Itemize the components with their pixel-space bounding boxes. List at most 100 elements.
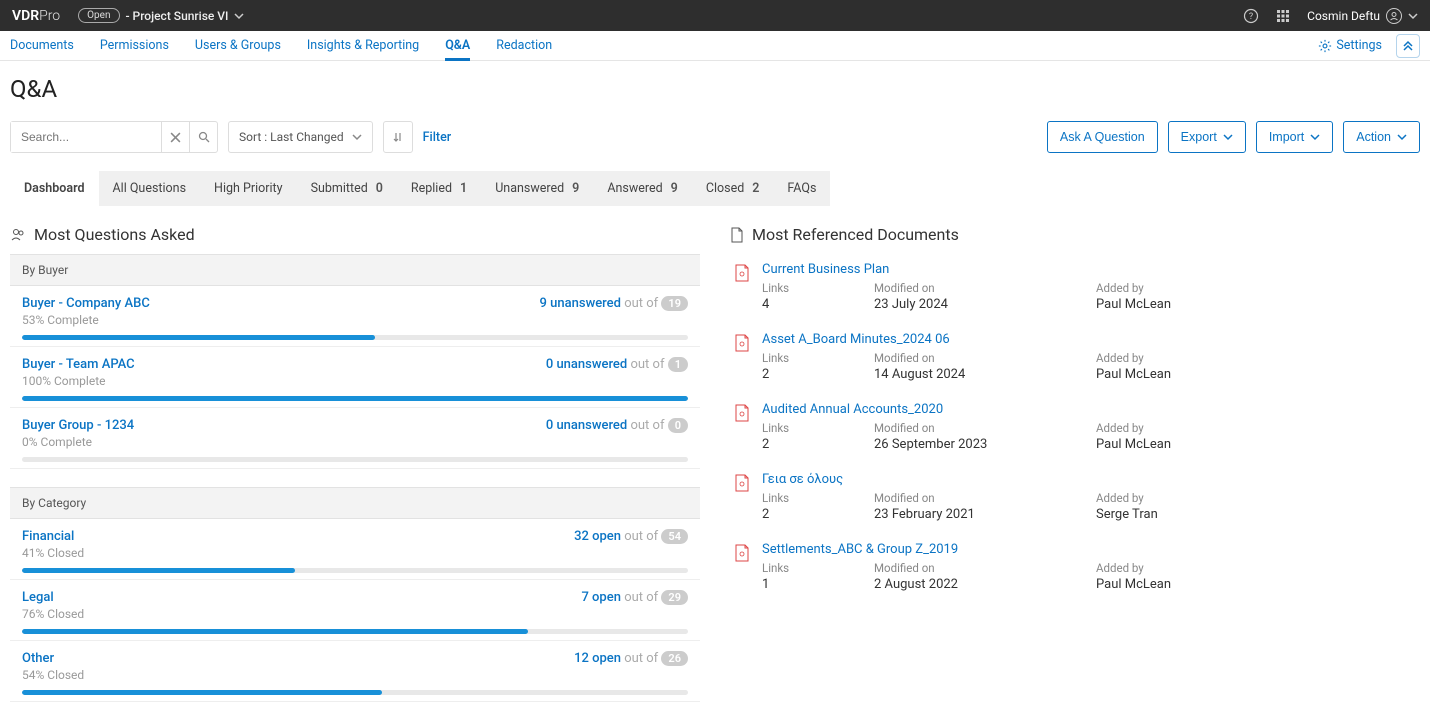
doc-row: Γεια σε όλους Links2 Modified on23 Febru… xyxy=(730,464,1420,534)
search-icon xyxy=(198,131,210,143)
doc-name[interactable]: Asset A_Board Minutes_2024 06 xyxy=(762,332,1416,347)
search-input[interactable] xyxy=(11,122,161,152)
subtab-high-priority[interactable]: High Priority xyxy=(200,171,297,206)
question-group-row: Other 54% Closed 12 open out of 26 xyxy=(10,641,700,702)
project-selector[interactable]: Open - Project Sunrise VI xyxy=(78,8,244,23)
toolbar: Sort : Last Changed Filter Ask A Questio… xyxy=(10,121,1420,153)
search-button[interactable] xyxy=(189,122,217,152)
nav-link-documents[interactable]: Documents xyxy=(10,31,74,60)
doc-name[interactable]: Current Business Plan xyxy=(762,262,1416,277)
subtab-closed[interactable]: Closed2 xyxy=(692,171,774,206)
nav-link-permissions[interactable]: Permissions xyxy=(100,31,169,60)
subtab-dashboard[interactable]: Dashboard xyxy=(10,171,99,206)
pdf-icon xyxy=(734,404,752,452)
chevron-down-icon xyxy=(1223,132,1233,142)
group-stat: 0 unanswered out of 1 xyxy=(546,357,688,372)
group-sub: 54% Closed xyxy=(22,668,84,682)
group-name[interactable]: Other xyxy=(22,651,84,666)
sort-select[interactable]: Sort : Last Changed xyxy=(228,121,373,153)
nav-link-insights-reporting[interactable]: Insights & Reporting xyxy=(307,31,419,60)
sort-direction-button[interactable] xyxy=(383,121,413,153)
topbar: VDRPro Open - Project Sunrise VI ? Cosmi… xyxy=(0,0,1430,31)
user-menu[interactable]: Cosmin Deftu xyxy=(1307,8,1418,24)
doc-row: Current Business Plan Links4 Modified on… xyxy=(730,254,1420,324)
group-stat: 12 open out of 26 xyxy=(574,651,688,666)
pdf-icon xyxy=(734,264,752,312)
progress-bar xyxy=(22,396,688,401)
progress-bar xyxy=(22,629,688,634)
group-name[interactable]: Legal xyxy=(22,590,84,605)
chevron-down-icon xyxy=(352,132,362,142)
nav-link-users-groups[interactable]: Users & Groups xyxy=(195,31,281,60)
by-buyer-label: By Buyer xyxy=(10,254,700,286)
topbar-right: ? Cosmin Deftu xyxy=(1243,8,1418,24)
question-group-row: Legal 76% Closed 7 open out of 29 xyxy=(10,580,700,641)
svg-text:?: ? xyxy=(1249,12,1253,22)
subtab-unanswered[interactable]: Unanswered9 xyxy=(481,171,593,206)
user-name: Cosmin Deftu xyxy=(1307,9,1380,23)
apps-grid-icon[interactable] xyxy=(1275,8,1291,24)
gear-icon xyxy=(1318,39,1332,53)
progress-bar xyxy=(22,457,688,462)
chevron-down-icon xyxy=(234,11,244,21)
subtab-all-questions[interactable]: All Questions xyxy=(99,171,201,206)
doc-name[interactable]: Audited Annual Accounts_2020 xyxy=(762,402,1416,417)
group-stat: 0 unanswered out of 0 xyxy=(546,418,688,433)
group-stat: 7 open out of 29 xyxy=(581,590,688,605)
export-button[interactable]: Export xyxy=(1168,121,1246,153)
avatar-icon xyxy=(1386,8,1402,24)
group-name[interactable]: Buyer - Company ABC xyxy=(22,296,150,311)
project-name: - Project Sunrise VI xyxy=(126,9,229,23)
group-sub: 0% Complete xyxy=(22,435,134,449)
group-stat: 9 unanswered out of 19 xyxy=(540,296,688,311)
subtab-submitted[interactable]: Submitted0 xyxy=(297,171,397,206)
pdf-icon xyxy=(734,544,752,592)
users-icon xyxy=(10,227,26,243)
page-title: Q&A xyxy=(10,75,1420,103)
most-docs-header: Most Referenced Documents xyxy=(730,225,1420,244)
chevron-down-icon xyxy=(1397,132,1407,142)
group-sub: 41% Closed xyxy=(22,546,84,560)
progress-bar xyxy=(22,690,688,695)
group-sub: 100% Complete xyxy=(22,374,135,388)
search-wrap xyxy=(10,121,218,153)
doc-row: Asset A_Board Minutes_2024 06 Links2 Mod… xyxy=(730,324,1420,394)
group-name[interactable]: Financial xyxy=(22,529,84,544)
question-group-row: Buyer Group - 1234 0% Complete 0 unanswe… xyxy=(10,408,700,469)
clear-search-button[interactable] xyxy=(161,122,189,152)
nav-link-q-a[interactable]: Q&A xyxy=(445,31,470,61)
most-questions-col: Most Questions Asked By Buyer Buyer - Co… xyxy=(10,225,700,702)
subtab-faqs[interactable]: FAQs xyxy=(773,171,830,206)
help-icon[interactable]: ? xyxy=(1243,8,1259,24)
nav-link-redaction[interactable]: Redaction xyxy=(496,31,552,60)
filter-link[interactable]: Filter xyxy=(423,130,452,145)
nav-row: Documents Permissions Users & Groups Insigh… xyxy=(0,31,1430,61)
import-button[interactable]: Import xyxy=(1256,121,1333,153)
settings-link[interactable]: Settings xyxy=(1318,38,1382,53)
most-questions-header: Most Questions Asked xyxy=(10,225,700,244)
subtab-answered[interactable]: Answered9 xyxy=(593,171,692,206)
doc-row: Audited Annual Accounts_2020 Links2 Modi… xyxy=(730,394,1420,464)
progress-bar xyxy=(22,335,688,340)
open-badge: Open xyxy=(78,8,119,23)
chevron-down-icon xyxy=(1408,11,1418,21)
doc-name[interactable]: Settlements_ABC & Group Z_2019 xyxy=(762,542,1416,557)
question-group-row: Buyer - Team APAC 100% Complete 0 unansw… xyxy=(10,347,700,408)
progress-bar xyxy=(22,568,688,573)
group-name[interactable]: Buyer Group - 1234 xyxy=(22,418,134,433)
group-name[interactable]: Buyer - Team APAC xyxy=(22,357,135,372)
document-icon xyxy=(730,227,744,243)
doc-name[interactable]: Γεια σε όλους xyxy=(762,472,1416,487)
chevron-down-icon xyxy=(1310,132,1320,142)
most-docs-col: Most Referenced Documents Current Busine… xyxy=(730,225,1420,702)
action-button[interactable]: Action xyxy=(1343,121,1420,153)
collapse-button[interactable] xyxy=(1396,34,1420,58)
close-icon xyxy=(170,132,181,143)
question-group-row: Buyer - Company ABC 53% Complete 9 unans… xyxy=(10,286,700,347)
ask-question-button[interactable]: Ask A Question xyxy=(1047,121,1158,153)
subtab-replied[interactable]: Replied1 xyxy=(397,171,481,206)
group-stat: 32 open out of 54 xyxy=(574,529,688,544)
sort-icon xyxy=(392,131,404,143)
doc-row: Settlements_ABC & Group Z_2019 Links1 Mo… xyxy=(730,534,1420,604)
group-sub: 53% Complete xyxy=(22,313,150,327)
